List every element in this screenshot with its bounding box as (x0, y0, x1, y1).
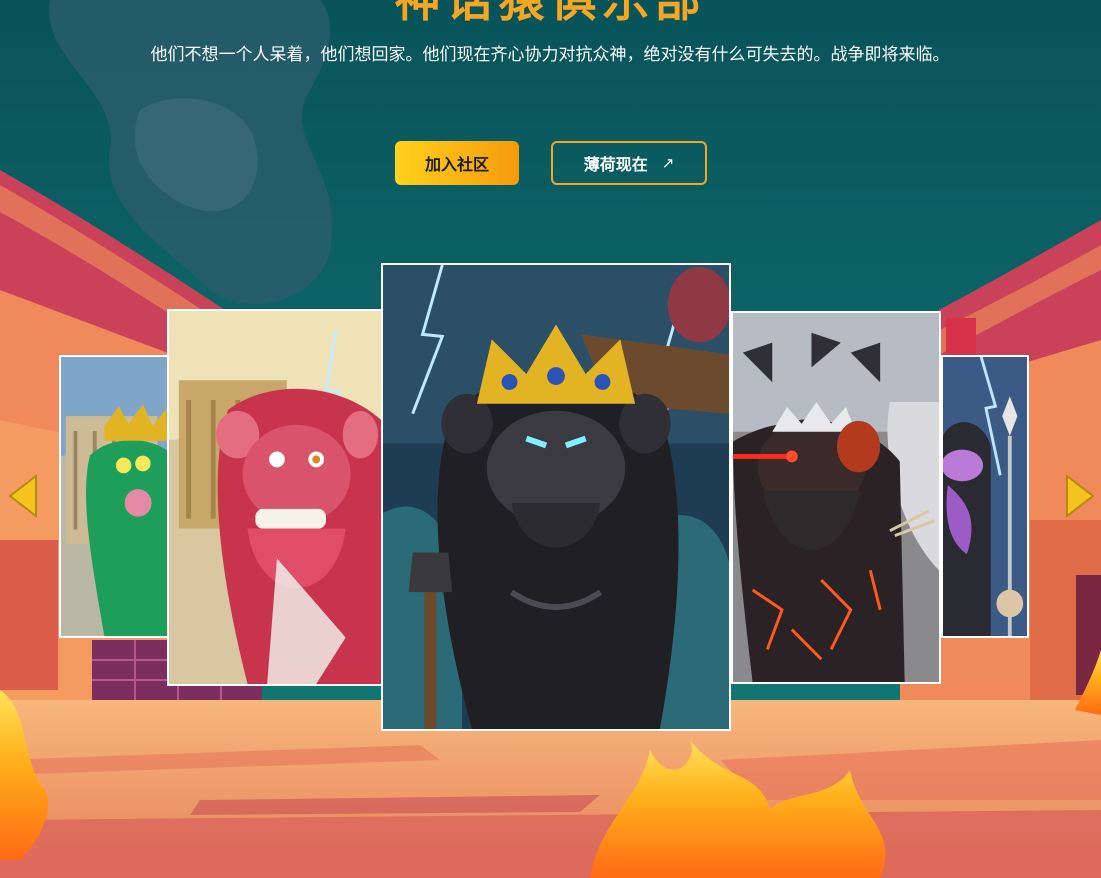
mint-now-button[interactable]: 薄荷现在 ↗ (551, 141, 707, 185)
red-ape-card[interactable] (167, 309, 383, 686)
carousel-prev-button[interactable] (6, 474, 40, 518)
join-community-label: 加入社区 (424, 155, 489, 174)
page-title: 神话猿俱乐部 (394, 0, 707, 27)
black-ape-card[interactable] (381, 263, 731, 731)
join-community-button[interactable]: 加入社区 (395, 141, 519, 185)
chevron-right-icon (1066, 474, 1095, 518)
carousel-next-button[interactable] (1063, 474, 1097, 518)
chevron-left-icon (8, 474, 37, 518)
hero-description: 他们不想一个人呆着，他们想回家。他们现在齐心协力对抗众神，绝对没有什么可失去的。… (150, 45, 950, 65)
green-ape-card[interactable] (59, 355, 169, 638)
mint-now-label: 薄荷现在 (583, 155, 648, 174)
arrow-up-right-icon: ↗ (661, 154, 675, 172)
lava-ape-card[interactable] (731, 311, 941, 684)
purple-ape-card[interactable] (941, 355, 1029, 638)
